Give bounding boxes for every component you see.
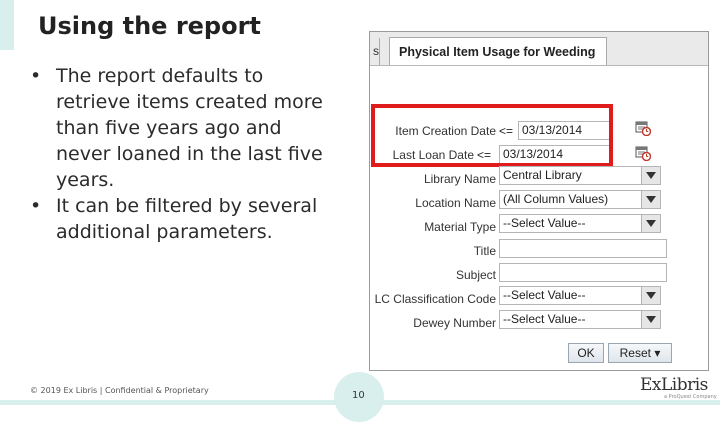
ok-button[interactable]: OK: [568, 343, 604, 363]
title-input[interactable]: [499, 239, 667, 258]
report-prompt-panel: s Physical Item Usage for Weeding Item C…: [369, 31, 709, 371]
highlight-box: [371, 104, 613, 167]
chevron-down-icon[interactable]: [641, 215, 660, 232]
lc-classification-select[interactable]: --Select Value--: [499, 286, 661, 305]
location-name-value: (All Column Values): [503, 192, 609, 206]
bullet-item: • It can be filtered by several addition…: [30, 193, 340, 245]
material-type-select[interactable]: --Select Value--: [499, 214, 661, 233]
chevron-down-icon[interactable]: [641, 191, 660, 208]
location-name-select[interactable]: (All Column Values): [499, 190, 661, 209]
library-name-select[interactable]: Central Library: [499, 166, 661, 185]
library-name-value: Central Library: [503, 168, 582, 182]
exlibris-logo: ExLibris: [640, 375, 708, 395]
tab-physical-item-usage[interactable]: Physical Item Usage for Weeding: [389, 37, 607, 65]
chevron-down-icon[interactable]: [641, 167, 660, 184]
calendar-icon[interactable]: [635, 145, 651, 161]
chevron-down-icon[interactable]: [641, 287, 660, 304]
subject-label: Subject: [455, 268, 496, 282]
subject-input[interactable]: [499, 263, 667, 282]
accent-bar: [0, 0, 14, 50]
material-type-label: Material Type: [424, 220, 496, 234]
lc-classification-label: LC Classification Code: [374, 292, 496, 306]
dewey-number-value: --Select Value--: [503, 312, 586, 326]
calendar-icon[interactable]: [635, 120, 651, 136]
library-name-label: Library Name: [423, 172, 496, 186]
bullet-glyph: •: [30, 195, 42, 217]
bullet-list: • The report defaults to retrieve items …: [30, 63, 340, 245]
bullet-item: • The report defaults to retrieve items …: [30, 63, 340, 193]
dewey-number-label: Dewey Number: [413, 316, 496, 330]
reset-button[interactable]: Reset ▾: [608, 343, 672, 363]
tab-previous[interactable]: s: [370, 38, 380, 65]
footer-copyright: © 2019 Ex Libris | Confidential & Propri…: [30, 386, 209, 395]
chevron-down-icon[interactable]: [641, 311, 660, 328]
bullet-text: It can be filtered by several additional…: [56, 195, 318, 243]
bullet-glyph: •: [30, 65, 42, 87]
bullet-text: The report defaults to retrieve items cr…: [56, 65, 323, 191]
lc-classification-value: --Select Value--: [503, 288, 586, 302]
slide-title: Using the report: [38, 12, 261, 40]
title-label: Title: [473, 244, 496, 258]
material-type-value: --Select Value--: [503, 216, 586, 230]
location-name-label: Location Name: [415, 196, 496, 210]
tab-bar: s Physical Item Usage for Weeding: [370, 32, 708, 66]
dewey-number-select[interactable]: --Select Value--: [499, 310, 661, 329]
bottom-strip: [0, 400, 720, 405]
